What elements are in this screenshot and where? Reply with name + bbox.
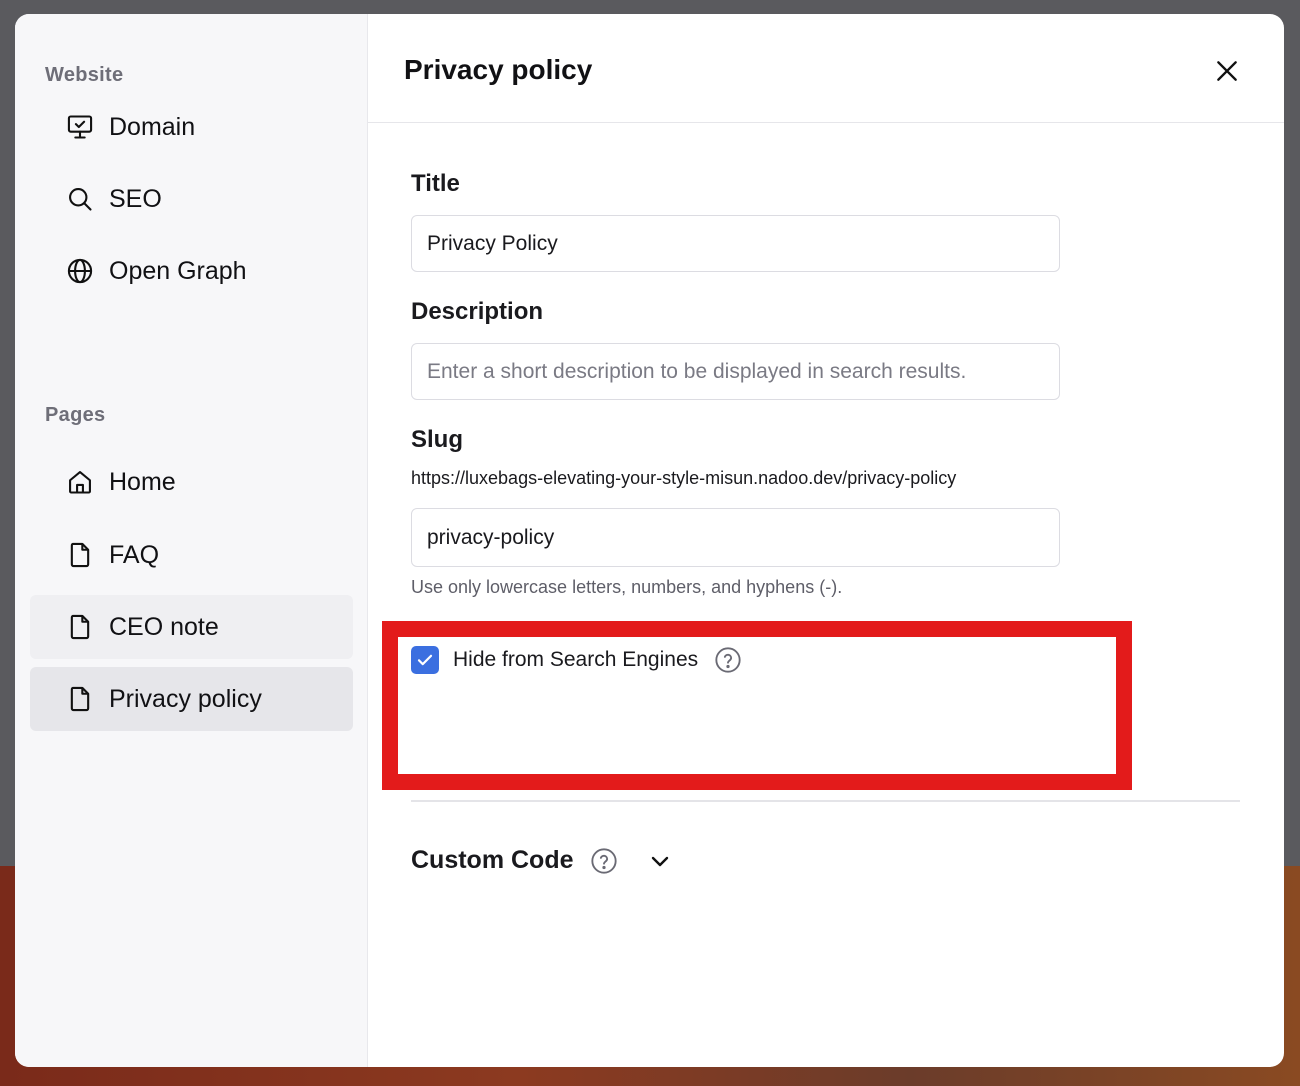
website-section-label: Website [45, 64, 124, 86]
sidebar-item-privacy-policy[interactable]: Privacy policy [30, 667, 353, 731]
slug-input[interactable] [411, 508, 1060, 567]
title-label: Title [411, 170, 460, 197]
title-input[interactable] [411, 215, 1060, 272]
slug-url-preview: https://luxebags-elevating-your-style-mi… [411, 468, 957, 488]
chevron-down-icon[interactable] [648, 849, 672, 873]
sidebar-item-seo[interactable]: SEO [30, 167, 353, 231]
sidebar-item-label: CEO note [109, 612, 219, 641]
help-circle-icon[interactable] [590, 847, 618, 875]
search-icon [65, 184, 95, 214]
monitor-check-icon [65, 112, 95, 142]
page-title: Privacy policy [404, 54, 593, 85]
main-panel: Privacy policy Title Description Slug ht… [368, 14, 1284, 1067]
file-icon [65, 684, 95, 714]
sidebar-item-label: Open Graph [109, 256, 247, 285]
close-button[interactable] [1214, 58, 1240, 84]
annotation-highlight [382, 621, 1132, 790]
custom-code-section: Custom Code [411, 846, 672, 875]
sidebar-item-open-graph[interactable]: Open Graph [30, 239, 353, 303]
globe-icon [65, 256, 95, 286]
sidebar-item-label: SEO [109, 184, 162, 213]
file-icon [65, 540, 95, 570]
sidebar-item-label: Domain [109, 112, 196, 141]
custom-code-label[interactable]: Custom Code [411, 846, 574, 875]
file-icon [65, 612, 95, 642]
sidebar-item-domain[interactable]: Domain [30, 95, 353, 159]
description-input[interactable] [411, 343, 1060, 400]
panel-header: Privacy policy [368, 14, 1284, 123]
settings-modal: Website Domain SEO Open Graph Pages Home [15, 14, 1284, 1067]
slug-label: Slug [411, 426, 463, 453]
sidebar-item-ceo-note[interactable]: CEO note [30, 595, 353, 659]
sidebar-item-label: Home [109, 467, 176, 496]
sidebar-item-home[interactable]: Home [30, 450, 353, 514]
home-icon [65, 467, 95, 497]
close-icon [1217, 61, 1237, 81]
slug-helper-text: Use only lowercase letters, numbers, and… [411, 577, 843, 597]
sidebar: Website Domain SEO Open Graph Pages Home [15, 14, 368, 1067]
pages-section-label: Pages [45, 404, 106, 426]
description-label: Description [411, 298, 544, 325]
sidebar-item-faq[interactable]: FAQ [30, 523, 353, 587]
section-divider [411, 800, 1240, 802]
sidebar-item-label: FAQ [109, 540, 160, 569]
sidebar-item-label: Privacy policy [109, 684, 262, 713]
